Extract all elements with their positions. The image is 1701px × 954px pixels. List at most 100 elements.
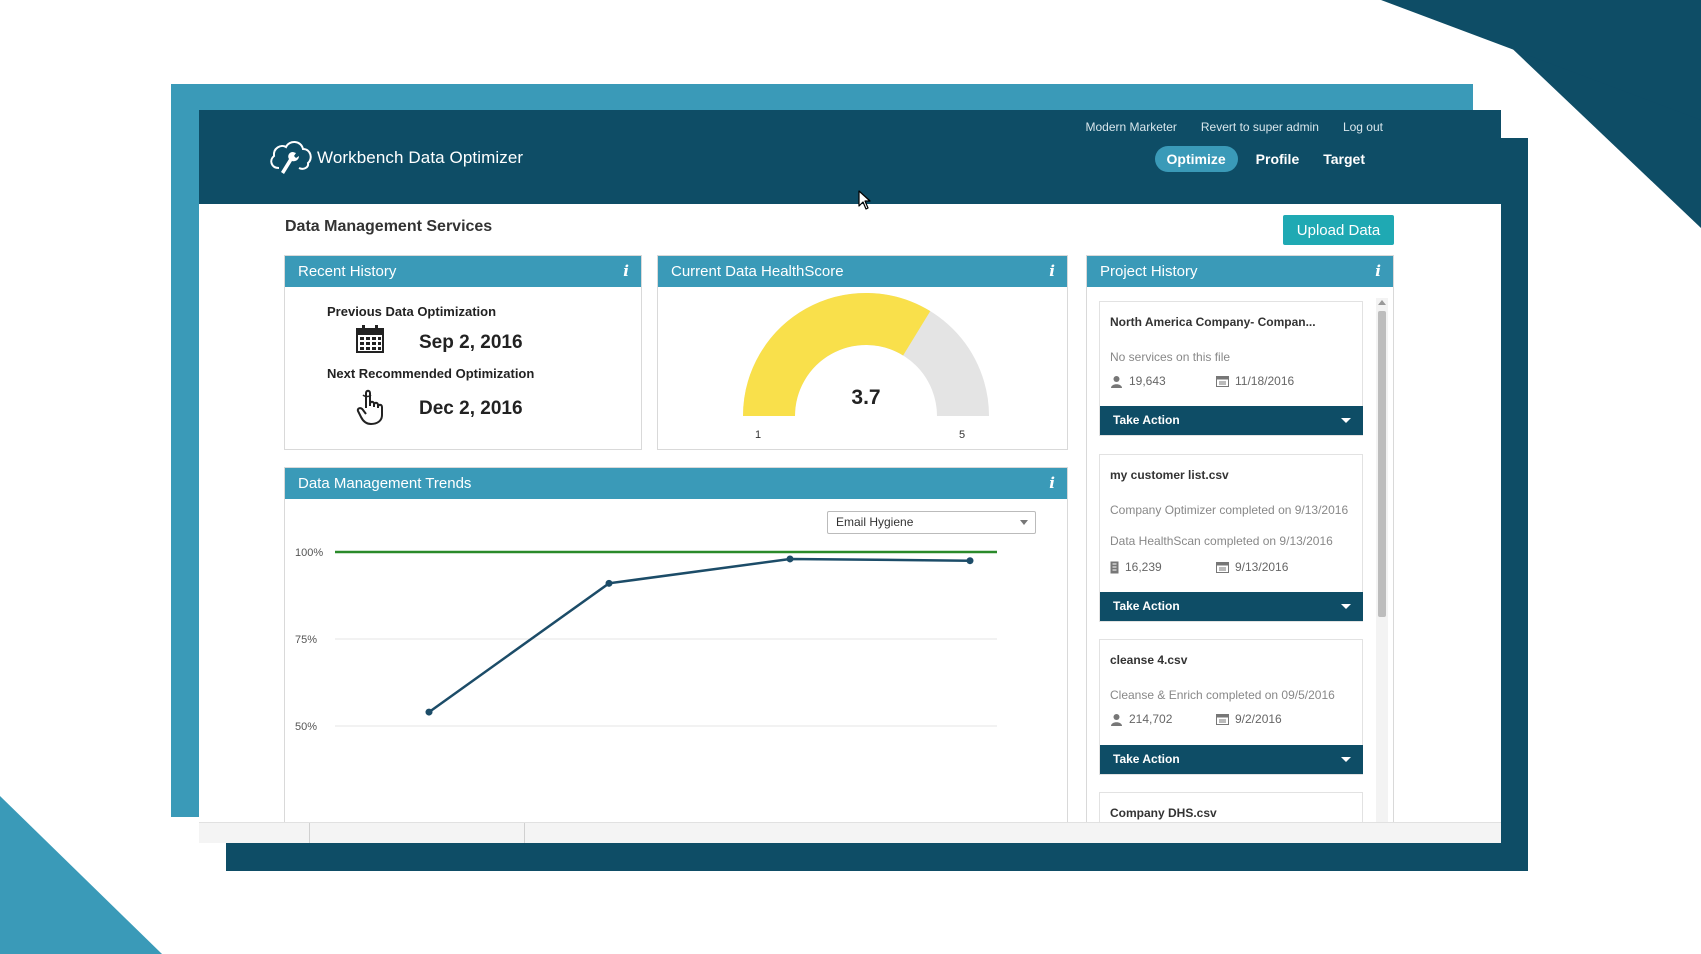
project-date-value: 9/13/2016 [1235,560,1289,574]
project-date: 9/2/2016 [1216,712,1282,726]
scroll-up-arrow-icon[interactable] [1378,300,1386,305]
record-count-value: 19,643 [1129,374,1166,388]
trend-chart: 100% 75% 50% [295,547,997,733]
app-window: Workbench Data Optimizer Modern Marketer… [199,110,1501,843]
chevron-down-icon [1341,604,1351,609]
take-action-label: Take Action [1113,752,1180,766]
project-date-value: 9/2/2016 [1235,712,1282,726]
top-bar: Workbench Data Optimizer Modern Marketer… [199,110,1501,204]
previous-optimization-label: Previous Data Optimization [327,304,497,319]
info-icon[interactable]: i [1049,256,1055,287]
calendar-icon [1216,714,1229,725]
cloud-wrench-icon [270,141,312,174]
app-logo[interactable]: Workbench Data Optimizer [265,132,523,184]
y-tick-label: 75% [295,634,317,646]
project-history-header: Project History i [1087,256,1393,287]
next-optimization-label: Next Recommended Optimization [327,366,535,381]
tab-divider [309,823,310,843]
reminder-hand-icon [356,389,383,425]
recent-history-panel: Recent History i Previous Data Optimizat… [284,255,642,450]
project-name[interactable]: my customer list.csv [1110,468,1229,482]
scrollbar-thumb[interactable] [1378,311,1386,617]
trends-title: Data Management Trends [298,475,472,492]
tab-optimize[interactable]: Optimize [1154,146,1238,172]
recent-history-title: Recent History [298,263,397,280]
chevron-down-icon [1341,757,1351,762]
trend-metric-value: Email Hygiene [836,515,914,529]
take-action-button[interactable]: Take Action [1100,406,1363,435]
calendar-icon [1216,562,1229,573]
data-point[interactable] [966,557,974,565]
project-date: 9/13/2016 [1216,560,1288,574]
project-card: cleanse 4.csv Cleanse & Enrich completed… [1099,639,1363,775]
page-title: Data Management Services [285,218,493,235]
info-icon[interactable]: i [1049,468,1055,499]
project-date-value: 11/18/2016 [1235,374,1295,388]
next-optimization-date: Dec 2, 2016 [419,398,523,419]
project-card: my customer list.csv Company Optimizer c… [1099,454,1363,622]
corner-decoration-bottom-left [0,796,162,954]
project-name[interactable]: Company DHS.csv [1110,806,1217,820]
project-card: North America Company- Compan... No serv… [1099,301,1363,436]
project-status: Company Optimizer completed on 9/13/2016 [1110,503,1349,517]
tab-divider [524,823,525,843]
project-list: North America Company- Compan... No serv… [1099,301,1363,843]
previous-optimization-date: Sep 2, 2016 [419,332,523,353]
series-line [428,557,971,714]
user-icon [1111,713,1122,726]
project-name[interactable]: North America Company- Compan... [1110,315,1316,329]
project-status: Data HealthScan completed on 9/13/2016 [1110,534,1333,548]
data-point[interactable] [425,708,433,716]
record-count-value: 214,702 [1129,712,1173,726]
revert-admin-link[interactable]: Revert to super admin [1201,120,1319,134]
take-action-button[interactable]: Take Action [1100,592,1363,621]
record-count: 214,702 [1110,712,1172,726]
user-name-link[interactable]: Modern Marketer [1086,120,1177,134]
gauge-max-label: 5 [959,429,965,441]
account-links: Modern Marketer Revert to super admin Lo… [1086,120,1383,134]
take-action-label: Take Action [1113,413,1180,427]
calendar-icon [1216,376,1229,387]
trends-header: Data Management Trends i [285,468,1067,499]
gauge-min-label: 1 [755,429,761,441]
record-count: 19,643 [1110,374,1166,388]
project-list-scrollbar[interactable] [1376,298,1388,843]
bottom-tab-strip [199,822,1501,843]
chevron-down-icon [1020,520,1028,525]
health-score-gauge: 3.7 1 5 [743,293,989,441]
screen: Workbench Data Optimizer Modern Marketer… [0,0,1701,954]
y-tick-label: 50% [295,721,317,733]
tab-profile[interactable]: Profile [1250,146,1306,172]
main-nav: Optimize Profile Target [1154,146,1371,172]
project-status: Cleanse & Enrich completed on 09/5/2016 [1110,688,1335,702]
take-action-button[interactable]: Take Action [1100,745,1363,774]
y-tick-label: 100% [295,547,323,559]
record-count-value: 16,239 [1125,560,1162,574]
data-management-trends-panel: Data Management Trends i 100% 75% 50% Emai… [284,467,1068,843]
recent-history-header: Recent History i [285,256,641,287]
health-score-title: Current Data HealthScore [671,263,844,280]
project-history-title: Project History [1100,263,1198,280]
building-icon [1110,561,1119,573]
info-icon[interactable]: i [623,256,629,287]
take-action-label: Take Action [1113,599,1180,613]
logout-link[interactable]: Log out [1343,120,1383,134]
record-count: 16,239 [1110,560,1162,574]
chevron-down-icon [1341,418,1351,423]
tab-target[interactable]: Target [1317,146,1371,172]
mouse-cursor-icon [858,190,871,210]
health-score-panel: Current Data HealthScore i 3.7 1 5 [657,255,1068,450]
trend-metric-select[interactable]: Email Hygiene [827,511,1036,534]
upload-data-button[interactable]: Upload Data [1283,215,1394,245]
info-icon[interactable]: i [1375,256,1381,287]
gauge-fill [743,293,931,417]
project-history-panel: Project History i North America Company-… [1086,255,1394,843]
health-score-value: 3.7 [851,386,880,409]
health-score-header: Current Data HealthScore i [658,256,1067,287]
user-icon [1111,375,1122,388]
data-point[interactable] [786,555,794,563]
app-title: Workbench Data Optimizer [317,148,524,167]
data-point[interactable] [605,579,613,587]
project-name[interactable]: cleanse 4.csv [1110,653,1187,667]
project-date: 11/18/2016 [1216,374,1294,388]
